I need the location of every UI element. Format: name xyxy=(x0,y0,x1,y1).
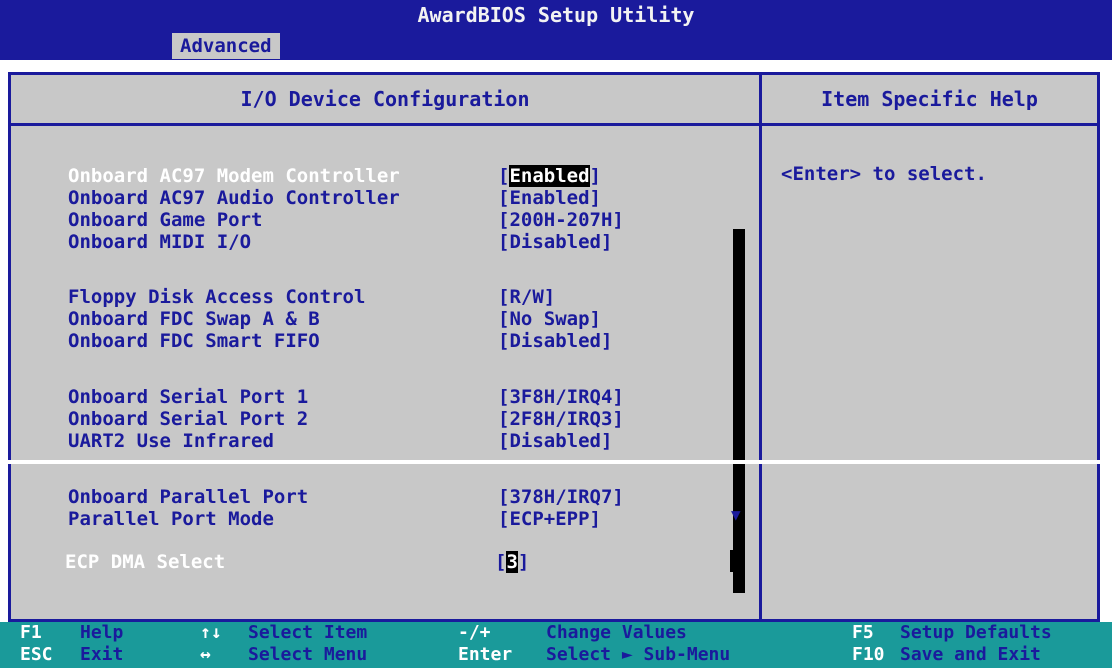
setting-value[interactable]: [Disabled] xyxy=(498,230,612,254)
setting-value[interactable]: [3F8H/IRQ4] xyxy=(498,385,624,409)
setting-row-serial-2[interactable]: Onboard Serial Port 2 [2F8H/IRQ3] xyxy=(68,407,624,431)
screen-divider xyxy=(0,460,1112,464)
key-f1-desc: Help xyxy=(80,622,124,643)
key-enter-desc: Select ► Sub-Menu xyxy=(546,644,731,665)
setting-row-fdc-swap[interactable]: Onboard FDC Swap A & B [No Swap] xyxy=(68,307,601,331)
help-text: <Enter> to select. xyxy=(781,163,987,185)
scrollbar-thumb[interactable] xyxy=(730,550,742,572)
key-enter: Enter xyxy=(458,644,513,665)
key-arrows-leftright-desc: Select Menu xyxy=(248,644,368,665)
key-arrows-updown: ↑↓ xyxy=(200,622,222,643)
setting-row-fdc-fifo[interactable]: Onboard FDC Smart FIFO [Disabled] xyxy=(68,329,612,353)
key-f10: F10 xyxy=(852,644,885,665)
setting-value[interactable]: [2F8H/IRQ3] xyxy=(498,407,624,431)
setting-value[interactable]: [Disabled] xyxy=(498,329,612,353)
setting-value[interactable]: [ECP+EPP] xyxy=(498,507,601,531)
setting-label: Onboard Game Port xyxy=(68,209,263,231)
setting-label: Onboard FDC Smart FIFO xyxy=(68,330,320,352)
panel-title: I/O Device Configuration xyxy=(240,87,530,111)
key-arrows-leftright: ↔ xyxy=(200,644,211,665)
setting-row-parallel-mode[interactable]: Parallel Port Mode [ECP+EPP] xyxy=(68,507,601,531)
setting-row-ecp-dma[interactable]: ECP DMA Select [3] xyxy=(65,550,529,574)
key-f10-desc: Save and Exit xyxy=(900,644,1041,665)
setting-label: ECP DMA Select xyxy=(65,551,226,573)
key-arrows-updown-desc: Select Item xyxy=(248,622,368,643)
setting-row-uart2[interactable]: UART2 Use Infrared [Disabled] xyxy=(68,429,612,453)
key-plus-minus: -/+ xyxy=(458,622,491,643)
setting-label: Parallel Port Mode xyxy=(68,508,274,530)
setting-label: Floppy Disk Access Control xyxy=(68,286,366,308)
help-title: Item Specific Help xyxy=(821,87,1038,111)
scrollbar-track[interactable] xyxy=(733,229,745,593)
key-plus-minus-desc: Change Values xyxy=(546,622,687,643)
menu-bar: Advanced xyxy=(0,30,1112,60)
header-divider xyxy=(11,123,1097,126)
setting-value[interactable]: [Enabled] xyxy=(498,186,601,210)
setting-value[interactable]: [Disabled] xyxy=(498,429,612,453)
key-esc: ESC xyxy=(20,644,53,665)
setting-row-parallel-port[interactable]: Onboard Parallel Port [378H/IRQ7] xyxy=(68,485,624,509)
key-f1: F1 xyxy=(20,622,42,643)
setting-label: Onboard Parallel Port xyxy=(68,486,309,508)
setting-value[interactable]: [Enabled] xyxy=(498,164,601,188)
setting-value[interactable]: [No Swap] xyxy=(498,307,601,331)
key-help-bar: F1 Help ESC Exit ↑↓ Select Item ↔ Select… xyxy=(0,622,1112,668)
setting-label: UART2 Use Infrared xyxy=(68,430,274,452)
setting-row-midi[interactable]: Onboard MIDI I/O [Disabled] xyxy=(68,230,612,254)
setting-row-game-port[interactable]: Onboard Game Port [200H-207H] xyxy=(68,208,624,232)
setting-value[interactable]: [378H/IRQ7] xyxy=(498,485,624,509)
setting-label: Onboard FDC Swap A & B xyxy=(68,308,320,330)
setting-label: Onboard MIDI I/O xyxy=(68,231,252,253)
key-esc-desc: Exit xyxy=(80,644,124,665)
setting-label: Onboard AC97 Audio Controller xyxy=(68,187,400,209)
setting-row-floppy-access[interactable]: Floppy Disk Access Control [R/W] xyxy=(68,285,555,309)
setting-value[interactable]: [200H-207H] xyxy=(498,208,624,232)
settings-panel: I/O Device Configuration Item Specific H… xyxy=(8,72,1100,622)
key-f5-desc: Setup Defaults xyxy=(900,622,1052,643)
setting-value[interactable]: [3] xyxy=(495,550,529,574)
setting-row-modem[interactable]: Onboard AC97 Modem Controller [Enabled] xyxy=(68,164,601,188)
setting-label: Onboard Serial Port 2 xyxy=(68,408,309,430)
setting-value[interactable]: [R/W] xyxy=(498,285,555,309)
setting-row-serial-1[interactable]: Onboard Serial Port 1 [3F8H/IRQ4] xyxy=(68,385,624,409)
help-divider xyxy=(759,75,762,619)
setting-row-audio[interactable]: Onboard AC97 Audio Controller [Enabled] xyxy=(68,186,601,210)
tab-advanced[interactable]: Advanced xyxy=(172,33,280,59)
setting-label: Onboard Serial Port 1 xyxy=(68,386,309,408)
key-f5: F5 xyxy=(852,622,874,643)
setting-label: Onboard AC97 Modem Controller xyxy=(68,165,400,187)
scroll-down-arrow-icon[interactable]: ▼ xyxy=(731,505,741,524)
window-title: AwardBIOS Setup Utility xyxy=(0,0,1112,30)
